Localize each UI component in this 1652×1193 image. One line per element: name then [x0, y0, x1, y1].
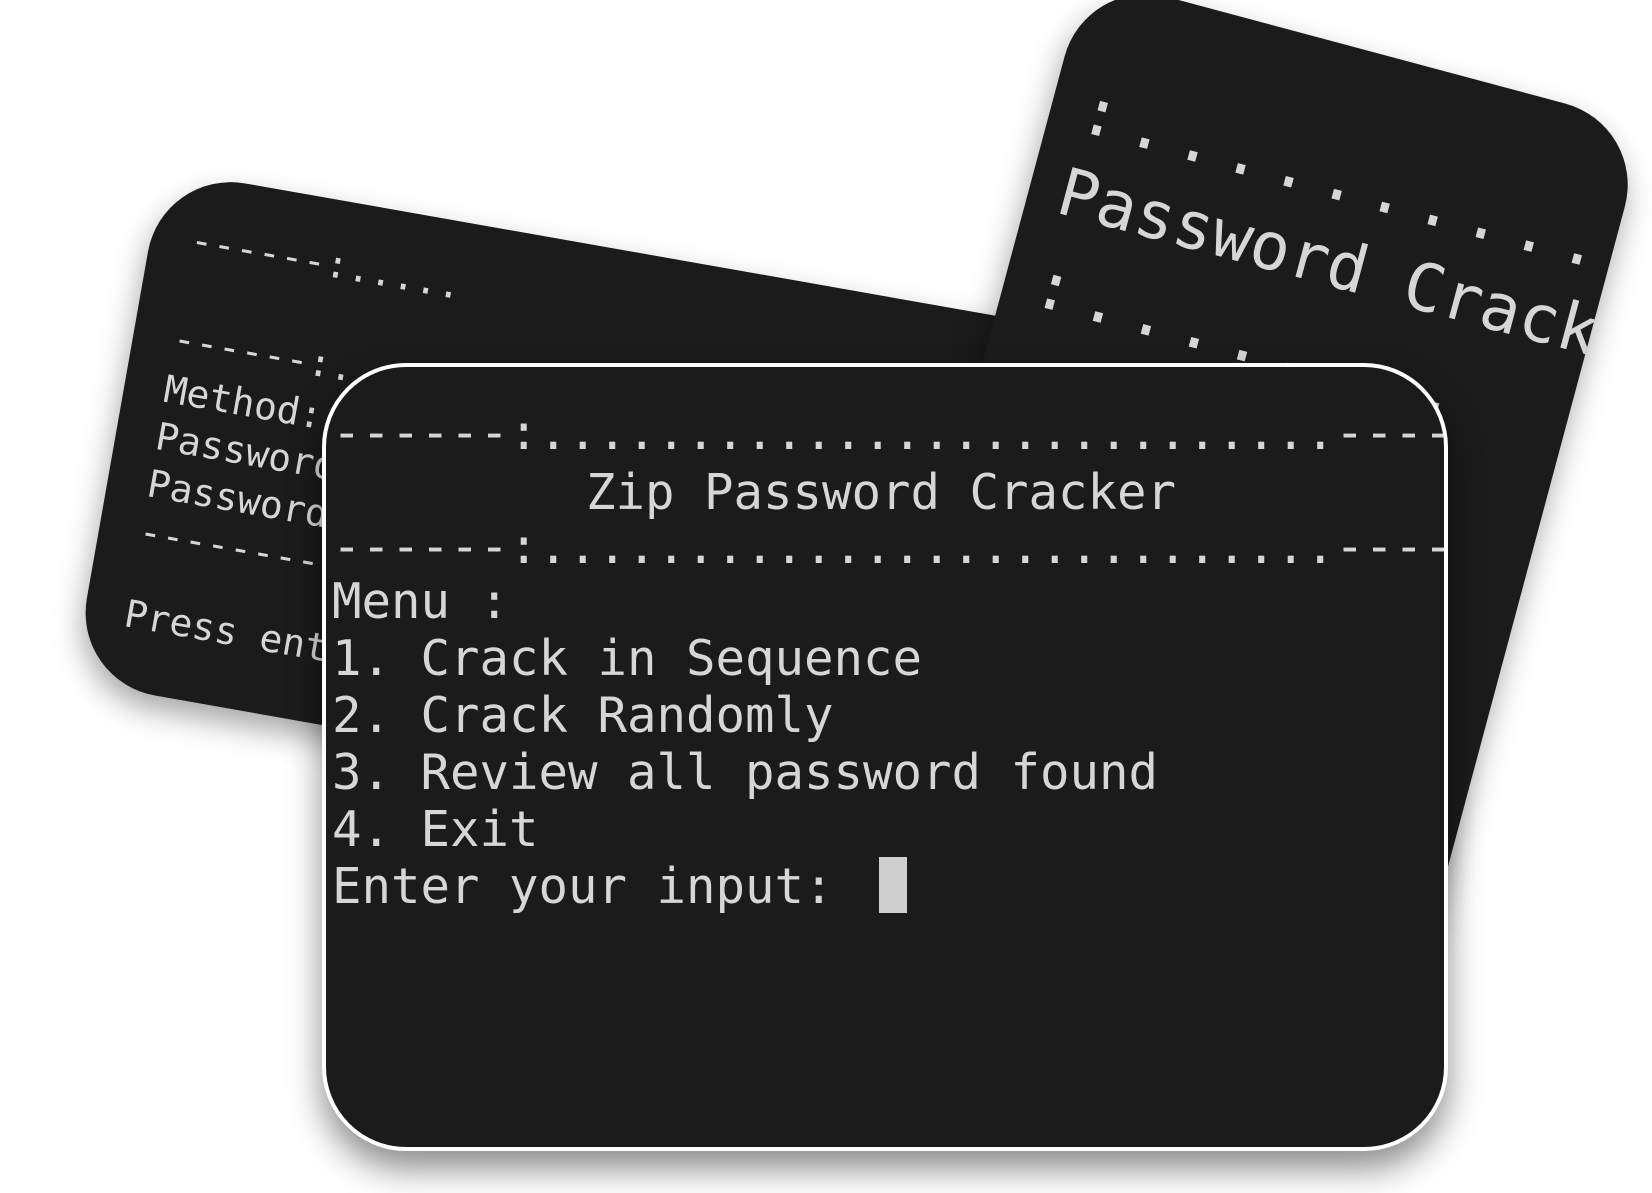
prompt-text: Enter your input: [332, 858, 864, 915]
menu-option-crack-sequence: 1. Crack in Sequence [332, 630, 923, 687]
menu-heading: Menu : [332, 573, 510, 630]
input-prompt[interactable]: Enter your input: [332, 857, 908, 917]
separator-line: ------:...........................------ [332, 518, 1448, 575]
separator-line: ------:...........................------ [332, 404, 1448, 461]
separator-line: ------:..... [187, 217, 466, 309]
menu-option-crack-randomly: 2. Crack Randomly [332, 687, 834, 744]
menu-option-exit: 4. Exit [332, 801, 539, 858]
menu-option-review-passwords: 3. Review all password found [332, 744, 1159, 801]
terminal-window[interactable]: ------:...........................------… [322, 363, 1448, 1151]
app-title: Zip Password Cracker [585, 464, 1176, 521]
text-cursor[interactable] [879, 857, 908, 913]
